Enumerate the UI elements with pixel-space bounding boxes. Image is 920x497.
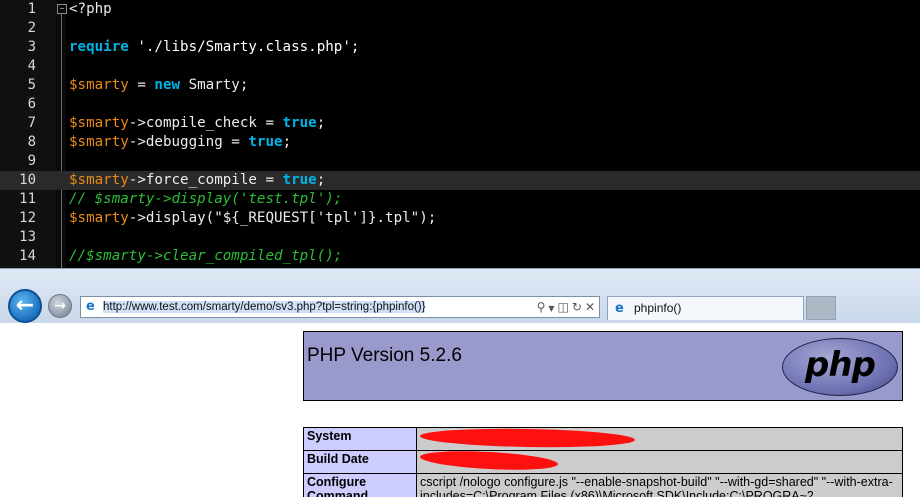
forward-arrow-icon[interactable]: →	[48, 294, 72, 318]
line-number: 11	[0, 190, 36, 209]
line-number: 1	[0, 0, 36, 19]
code-line-6[interactable]: 6	[0, 95, 920, 114]
ie-favicon-icon: e	[615, 301, 624, 316]
code-text: ;	[317, 115, 326, 131]
code-line-10-current[interactable]: 10 $smarty->force_compile = true;	[0, 171, 920, 190]
line-number: 3	[0, 38, 36, 57]
keyword: true	[283, 115, 317, 131]
browser-window: ← → e http://www.test.com/smarty/demo/sv…	[0, 268, 920, 497]
php-open-tag: <?php	[69, 1, 112, 17]
variable: $smarty	[69, 77, 129, 93]
table-row: Configure Command cscript /nologo config…	[304, 474, 903, 497]
keyword: true	[248, 134, 282, 150]
line-number: 14	[0, 247, 36, 266]
search-icon[interactable]: ⚲	[537, 300, 546, 314]
code-text: ;	[283, 134, 292, 150]
code-text: './libs/Smarty.class.php';	[129, 39, 360, 55]
phpinfo-header: PHP Version 5.2.6 php	[303, 331, 903, 401]
code-line-14[interactable]: 14 //$smarty->clear_compiled_tpl();	[0, 247, 920, 266]
variable: $smarty	[69, 115, 129, 131]
line-number: 7	[0, 114, 36, 133]
code-text: ->display("${_REQUEST['tpl']}.tpl");	[129, 210, 437, 226]
line-number: 13	[0, 228, 36, 247]
keyword: new	[154, 77, 180, 93]
line-number: 10	[0, 171, 36, 190]
line-number: 2	[0, 19, 36, 38]
refresh-icon[interactable]: ↻	[572, 300, 582, 314]
code-line-9[interactable]: 9	[0, 152, 920, 171]
page-content: PHP Version 5.2.6 php System Build Date …	[0, 323, 920, 497]
row-label: System	[304, 428, 417, 451]
back-arrow-icon[interactable]: ←	[8, 289, 42, 323]
close-icon[interactable]: ✕	[585, 300, 595, 314]
code-line-11[interactable]: 11 // $smarty->display('test.tpl');	[0, 190, 920, 209]
code-line-13[interactable]: 13	[0, 228, 920, 247]
ie-favicon-icon: e	[86, 300, 102, 314]
compatibility-view-icon[interactable]: ◫	[558, 300, 569, 314]
address-url-text[interactable]: http://www.test.com/smarty/demo/sv3.php?…	[103, 297, 425, 317]
address-bar[interactable]: e http://www.test.com/smarty/demo/sv3.ph…	[80, 296, 600, 318]
code-line-7[interactable]: 7 $smarty->compile_check = true;	[0, 114, 920, 133]
php-logo[interactable]: php	[782, 338, 898, 396]
code-text: ->compile_check =	[129, 115, 283, 131]
code-line-5[interactable]: 5 $smarty = new Smarty;	[0, 76, 920, 95]
code-text: =	[129, 77, 155, 93]
tab-phpinfo[interactable]: e phpinfo()	[607, 296, 804, 320]
table-row: Build Date	[304, 451, 903, 474]
browser-toolbar: ← → e http://www.test.com/smarty/demo/sv…	[0, 269, 920, 323]
line-number: 6	[0, 95, 36, 114]
code-line-4[interactable]: 4	[0, 57, 920, 76]
php-version-title: PHP Version 5.2.6	[307, 345, 462, 367]
line-number: 4	[0, 57, 36, 76]
line-number: 5	[0, 76, 36, 95]
row-value: cscript /nologo configure.js "--enable-s…	[417, 474, 903, 497]
code-editor[interactable]: − 1 <?php 2 3 require './libs/Smarty.cla…	[0, 0, 920, 268]
code-line-12[interactable]: 12 $smarty->display("${_REQUEST['tpl']}.…	[0, 209, 920, 228]
code-line-3[interactable]: 3 require './libs/Smarty.class.php';	[0, 38, 920, 57]
line-number: 8	[0, 133, 36, 152]
row-label: Build Date	[304, 451, 417, 474]
row-label: Configure Command	[304, 474, 417, 497]
code-line-1[interactable]: 1 <?php	[0, 0, 920, 19]
comment: //$smarty->clear_compiled_tpl();	[69, 248, 342, 264]
variable: $smarty	[69, 134, 129, 150]
code-text: ;	[317, 172, 326, 188]
code-text: Smarty;	[180, 77, 248, 93]
keyword: true	[283, 172, 317, 188]
dropdown-icon[interactable]: ▼	[548, 304, 554, 313]
code-text: ->force_compile =	[129, 172, 283, 188]
line-number: 12	[0, 209, 36, 228]
code-line-2[interactable]: 2	[0, 19, 920, 38]
tab-title: phpinfo()	[634, 301, 681, 315]
new-tab-button[interactable]	[806, 296, 836, 320]
code-text: ->debugging =	[129, 134, 249, 150]
keyword: require	[69, 39, 129, 55]
variable: $smarty	[69, 172, 129, 188]
variable: $smarty	[69, 210, 129, 226]
comment: // $smarty->display('test.tpl');	[69, 191, 342, 207]
line-number: 9	[0, 152, 36, 171]
code-line-8[interactable]: 8 $smarty->debugging = true;	[0, 133, 920, 152]
